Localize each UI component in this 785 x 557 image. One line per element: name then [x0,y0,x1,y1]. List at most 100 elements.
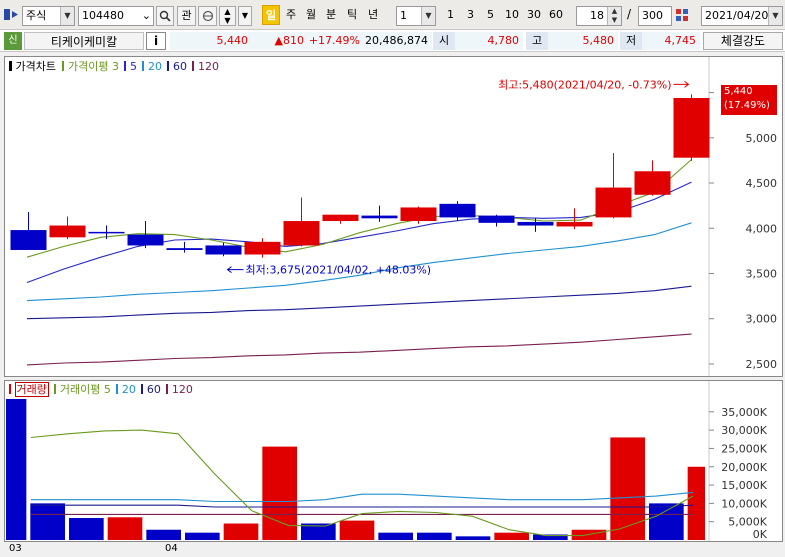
price-change: ▲810 [252,32,308,50]
current-price-tag: 5,440 (17.49%) [721,85,777,115]
y-tick-label: 4,500 [746,177,778,190]
x-axis-label: 03 [9,543,22,554]
stock-stepper[interactable]: ▲ ▼ [219,6,236,26]
volume-chart[interactable]: 0K5,000K 10,000K 15,000K 20,000K 25,000K 30,0… [5,381,782,541]
y-tick-label: 15,000K [721,479,767,492]
volume-ma120-label: 120 [171,383,193,396]
chevron-down-icon[interactable]: ▼ [768,7,782,25]
total-count-input[interactable]: 300 [638,6,672,26]
candle-body [361,215,398,219]
volume-ma20-label: 20 [121,383,136,396]
price-ma-label: 가격이평 [67,60,109,73]
interval-button[interactable]: 30 [524,6,544,26]
interval-select[interactable]: 1 ▼ [396,6,436,26]
arrow-down-icon[interactable]: ▼ [220,16,235,25]
y-tick-label: 30,000K [721,424,767,437]
price-ma60-label: 60 [172,60,187,73]
volume-bar [417,532,452,540]
interval-button[interactable]: 10 [502,6,522,26]
price-ma20-label: 20 [147,60,162,73]
stock-code-input[interactable]: 104480 ⌄ [78,6,154,26]
legend-marker [9,384,11,394]
interval-button[interactable]: 5 [482,6,499,26]
candle-body [205,245,242,255]
candle-body [439,203,476,218]
candle-body [595,187,632,218]
display-count-input[interactable]: 18 ▲ ▼ [576,6,622,26]
current-price-tag-value: 5,440 [724,86,753,97]
market-select[interactable]: 주식 ▼ [22,6,75,26]
high-label: 고 [526,32,548,50]
price-legend-title: 가격차트 [15,60,56,73]
volume-bar [610,437,645,540]
candle-body [88,231,125,234]
period-tab[interactable]: 틱 [343,5,361,25]
interval-button[interactable]: 3 [462,6,479,26]
volume-bar [185,532,220,540]
y-tick-label: 5,000 [746,132,778,145]
y-tick-label: 5,000K [728,516,767,529]
volume-bar [146,529,181,540]
candle-body [166,248,203,250]
price-chart[interactable]: 2,5003,0003,5004,0004,5005,0005,500최고:5,… [5,57,782,376]
chart-toolbar: 주식 ▼ 104480 ⌄ 관 ▲ ▼ ▼ 일주월분틱년 1 ▼ 1 3 5 10 30… [0,0,785,30]
favorite-button[interactable]: 관 [177,6,196,26]
date-input[interactable]: 2021/04/20 ▼ [701,6,783,26]
y-tick-label: 2,500 [746,358,778,371]
info-button[interactable]: i [146,32,166,50]
stock-name[interactable]: 티케이케미칼 [24,32,144,50]
volume-chart-panel[interactable]: 0K 5,000K 10,000K 15,000K 20,000K 25,000K 30,0… [4,380,783,542]
legend-marker [116,384,119,394]
interval-button[interactable]: 1 [442,6,459,26]
display-count-value: 18 [590,9,604,22]
strength-button[interactable]: 체결강도 [703,32,783,50]
period-tab[interactable]: 일 [262,5,280,25]
y-tick-label: 25,000K [721,442,767,455]
interval-button[interactable]: 60 [546,6,566,26]
trade-volume: 20,486,874 [364,32,432,50]
legend-marker [167,61,170,71]
volume-bar [378,532,413,540]
y-tick-label: 3,000 [746,313,778,326]
chevron-down-icon[interactable]: ⌄ [142,7,151,25]
volume-legend: 거래량 거래이평 5 20 60 120 [9,382,193,397]
volume-bar [339,520,375,540]
menu-button[interactable]: ▼ [238,6,252,26]
chevron-down-icon[interactable]: ▼ [421,7,435,25]
y-tick-label: 35,000K [721,406,767,419]
stock-search-button[interactable] [156,6,174,26]
current-price: 5,440 [170,32,252,50]
price-ma60-line [26,285,692,320]
price-ma3-label: 3 [111,60,119,73]
open-price: 4,780 [455,32,523,50]
period-tab[interactable]: 주 [282,5,300,25]
link-button[interactable] [198,6,217,26]
price-chart-panel[interactable]: 2,5003,0003,5004,0004,5005,0005,500최고:5,… [4,56,783,377]
high-annotation: 최고:5,480(2021/04/20, -0.73%) [498,78,671,91]
candle-body [322,214,359,222]
low-price: 4,745 [642,32,700,50]
count-stepper[interactable]: ▲ ▼ [607,7,621,25]
candle-body [10,230,47,250]
volume-bar [455,536,491,540]
zoom-icon[interactable] [675,8,689,22]
volume-bar [223,523,259,540]
legend-marker [166,384,169,394]
panel-toggle-icon[interactable] [4,7,19,22]
candle-body [478,215,515,223]
volume-ma60-line [31,504,694,508]
legend-marker [54,384,57,394]
period-tab[interactable]: 분 [322,5,340,25]
volume-bar [30,503,65,540]
chevron-down-icon[interactable]: ▼ [60,7,74,25]
candle-body [400,207,437,222]
period-tab[interactable]: 년 [364,5,382,25]
x-axis-label: 04 [165,543,178,554]
current-price-tag-rate: (17.49%) [724,100,770,111]
volume-legend-title: 거래량 [14,382,49,397]
market-badge: 신 [4,32,22,50]
period-tab[interactable]: 월 [302,5,320,25]
link-icon [202,10,213,22]
arrow-up-icon[interactable]: ▲ [220,7,235,16]
high-price: 5,480 [548,32,618,50]
